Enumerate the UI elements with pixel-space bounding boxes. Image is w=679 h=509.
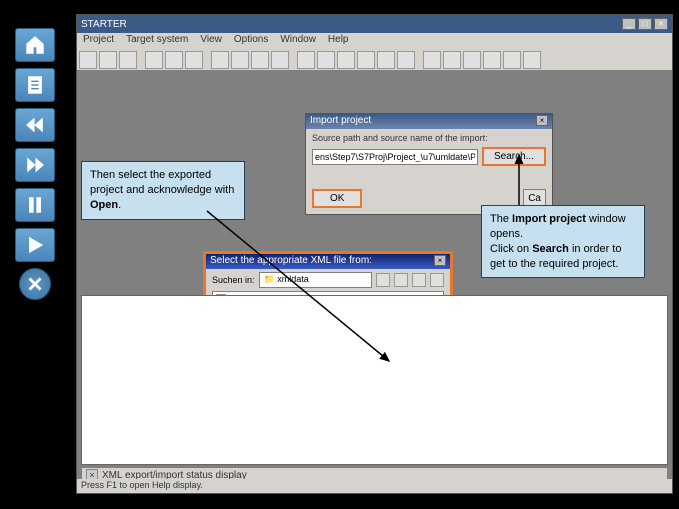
toolbar-button[interactable] (99, 51, 117, 69)
ok-button[interactable]: OK (312, 189, 362, 208)
toolbar-button[interactable] (337, 51, 355, 69)
dialog-titlebar: Import project × (306, 114, 552, 129)
toolbar-separator (417, 51, 421, 69)
toolbar-separator (291, 51, 295, 69)
nav-close-button[interactable] (19, 268, 51, 300)
close-icon (24, 273, 46, 295)
statusbar: Press F1 to open Help display. (77, 479, 672, 493)
document-icon (24, 74, 46, 96)
up-folder-icon[interactable] (376, 273, 390, 287)
dialog-close-button[interactable]: × (536, 115, 548, 126)
menu-item[interactable]: Window (280, 34, 316, 48)
toolbar-button[interactable] (185, 51, 203, 69)
toolbar-button[interactable] (211, 51, 229, 69)
dialog-titlebar: Select the appropriate XML file from: × (206, 254, 450, 269)
menu-item[interactable]: Options (234, 34, 268, 48)
import-project-dialog: Import project × Source path and source … (305, 113, 553, 215)
search-button[interactable]: Search... (482, 147, 546, 166)
dialog-title: Import project (310, 115, 371, 128)
import-path-input[interactable] (312, 149, 478, 165)
menubar: Project Target system View Options Windo… (77, 33, 672, 49)
play-icon (24, 234, 46, 256)
view-list-icon[interactable] (412, 273, 426, 287)
toolbar-button[interactable] (165, 51, 183, 69)
home-icon (24, 34, 46, 56)
dialog-close-button[interactable]: × (434, 255, 446, 266)
toolbar-button[interactable] (231, 51, 249, 69)
toolbar-button[interactable] (251, 51, 269, 69)
nav-document-button[interactable] (15, 68, 55, 102)
menu-item[interactable]: Target system (126, 34, 188, 48)
toolbar-button[interactable] (79, 51, 97, 69)
toolbar-button[interactable] (297, 51, 315, 69)
nav-play-button[interactable] (15, 228, 55, 262)
workspace: Import project × Source path and source … (77, 71, 672, 479)
nav-home-button[interactable] (15, 28, 55, 62)
window-titlebar: STARTER _ □ × (77, 15, 672, 33)
fastforward-icon (24, 154, 46, 176)
statusbar-text: Press F1 to open Help display. (81, 480, 203, 490)
window-title: STARTER (81, 19, 127, 30)
new-folder-icon[interactable] (394, 273, 408, 287)
nav-back-button[interactable] (15, 108, 55, 142)
toolbar-button[interactable] (423, 51, 441, 69)
dialog-title: Select the appropriate XML file from: (210, 255, 372, 268)
toolbar-button[interactable] (317, 51, 335, 69)
toolbar-button[interactable] (357, 51, 375, 69)
toolbar (77, 49, 672, 71)
window-close-button[interactable]: × (654, 18, 668, 30)
toolbar-button[interactable] (463, 51, 481, 69)
toolbar-button[interactable] (443, 51, 461, 69)
lookin-combo[interactable]: 📁 xmldata (259, 272, 372, 288)
menu-item[interactable]: Project (83, 34, 114, 48)
rewind-icon (24, 114, 46, 136)
pause-icon (24, 194, 46, 216)
toolbar-button[interactable] (119, 51, 137, 69)
window-maximize-button[interactable]: □ (638, 18, 652, 30)
toolbar-button[interactable] (145, 51, 163, 69)
toolbar-button[interactable] (503, 51, 521, 69)
menu-item[interactable]: View (200, 34, 222, 48)
nav-pause-button[interactable] (15, 188, 55, 222)
window-minimize-button[interactable]: _ (622, 18, 636, 30)
toolbar-button[interactable] (271, 51, 289, 69)
toolbar-button[interactable] (483, 51, 501, 69)
view-detail-icon[interactable] (430, 273, 444, 287)
toolbar-button[interactable] (523, 51, 541, 69)
lookin-label: Suchen in: (212, 275, 255, 285)
nav-forward-button[interactable] (15, 148, 55, 182)
starter-window: STARTER _ □ × Project Target system View… (76, 14, 673, 494)
toolbar-button[interactable] (377, 51, 395, 69)
callout-left: Then select the exported project and ack… (81, 161, 245, 220)
tutorial-nav (15, 28, 55, 300)
toolbar-separator (205, 51, 209, 69)
menu-item[interactable]: Help (328, 34, 349, 48)
import-path-label: Source path and source name of the impor… (312, 133, 546, 143)
callout-right: The Import project window opens. Click o… (481, 205, 645, 278)
output-pane (81, 295, 668, 465)
toolbar-separator (139, 51, 143, 69)
toolbar-button[interactable] (397, 51, 415, 69)
